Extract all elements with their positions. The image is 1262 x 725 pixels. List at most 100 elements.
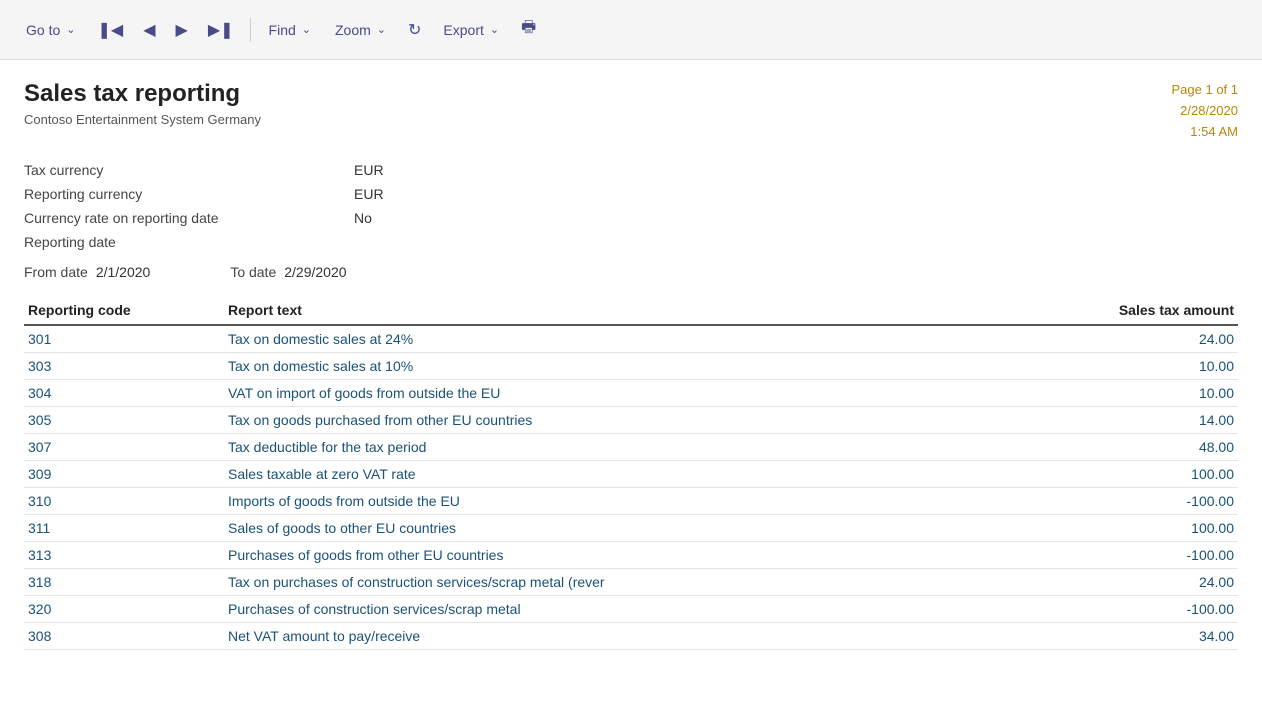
goto-button[interactable]: Go to ⌄ bbox=[16, 16, 85, 44]
report-header: Sales tax reporting Contoso Entertainmen… bbox=[24, 80, 1238, 142]
row-text: VAT on import of goods from outside the … bbox=[224, 380, 1058, 407]
reporting-currency-row: Reporting currency EUR bbox=[24, 182, 1238, 206]
from-date-label: From date bbox=[24, 264, 88, 280]
currency-rate-row: Currency rate on reporting date No bbox=[24, 206, 1238, 230]
table-header-row: Reporting code Report text Sales tax amo… bbox=[24, 296, 1238, 325]
print-icon: 🖶 bbox=[521, 16, 536, 43]
table-row[interactable]: 318Tax on purchases of construction serv… bbox=[24, 569, 1238, 596]
page-number: Page 1 of 1 bbox=[1172, 80, 1239, 101]
row-code: 303 bbox=[24, 353, 224, 380]
row-text: Sales of goods to other EU countries bbox=[224, 515, 1058, 542]
refresh-button[interactable]: ↻ bbox=[400, 14, 429, 46]
report-company: Contoso Entertainment System Germany bbox=[24, 112, 261, 127]
row-text: Tax on domestic sales at 10% bbox=[224, 353, 1058, 380]
toolbar: Go to ⌄ ❚◀ ◀ ▶ ▶❚ Find ⌄ Zoom ⌄ ↻ Export… bbox=[0, 0, 1262, 60]
goto-chevron-icon: ⌄ bbox=[66, 23, 75, 36]
row-amount: 34.00 bbox=[1058, 623, 1238, 650]
separator-1 bbox=[250, 18, 251, 42]
row-amount: 10.00 bbox=[1058, 353, 1238, 380]
table-row[interactable]: 307Tax deductible for the tax period48.0… bbox=[24, 434, 1238, 461]
reporting-currency-label: Reporting currency bbox=[24, 182, 354, 206]
find-label: Find bbox=[269, 22, 296, 38]
zoom-label: Zoom bbox=[335, 22, 371, 38]
col-header-code: Reporting code bbox=[24, 296, 224, 325]
row-code: 313 bbox=[24, 542, 224, 569]
first-page-button[interactable]: ❚◀ bbox=[89, 14, 131, 46]
table-row[interactable]: 304VAT on import of goods from outside t… bbox=[24, 380, 1238, 407]
to-date-label: To date bbox=[230, 264, 276, 280]
row-code: 308 bbox=[24, 623, 224, 650]
refresh-icon: ↻ bbox=[408, 20, 421, 40]
dates-row: From date 2/1/2020 To date 2/29/2020 bbox=[24, 264, 1238, 280]
table-row[interactable]: 305Tax on goods purchased from other EU … bbox=[24, 407, 1238, 434]
row-amount: -100.00 bbox=[1058, 488, 1238, 515]
to-date-item: To date 2/29/2020 bbox=[230, 264, 426, 280]
row-amount: 24.00 bbox=[1058, 569, 1238, 596]
zoom-chevron-icon: ⌄ bbox=[377, 23, 386, 36]
first-page-icon: ❚◀ bbox=[97, 20, 123, 40]
table-row[interactable]: 310Imports of goods from outside the EU-… bbox=[24, 488, 1238, 515]
export-chevron-icon: ⌄ bbox=[490, 23, 499, 36]
row-text: Imports of goods from outside the EU bbox=[224, 488, 1058, 515]
row-text: Net VAT amount to pay/receive bbox=[224, 623, 1058, 650]
tax-currency-label: Tax currency bbox=[24, 158, 354, 182]
row-text: Sales taxable at zero VAT rate bbox=[224, 461, 1058, 488]
row-amount: 48.00 bbox=[1058, 434, 1238, 461]
row-text: Tax on purchases of construction service… bbox=[224, 569, 1058, 596]
row-amount: 10.00 bbox=[1058, 380, 1238, 407]
row-text: Tax on domestic sales at 24% bbox=[224, 325, 1058, 353]
next-page-icon: ▶ bbox=[176, 20, 188, 40]
goto-label: Go to bbox=[26, 22, 60, 38]
row-code: 310 bbox=[24, 488, 224, 515]
row-code: 304 bbox=[24, 380, 224, 407]
row-code: 309 bbox=[24, 461, 224, 488]
reporting-currency-value: EUR bbox=[354, 182, 1238, 206]
row-amount: 24.00 bbox=[1058, 325, 1238, 353]
find-button[interactable]: Find ⌄ bbox=[259, 16, 321, 44]
table-row[interactable]: 311Sales of goods to other EU countries1… bbox=[24, 515, 1238, 542]
prev-page-icon: ◀ bbox=[143, 20, 155, 40]
tax-currency-value: EUR bbox=[354, 158, 1238, 182]
print-button[interactable]: 🖶 bbox=[513, 10, 544, 49]
reporting-date-label: Reporting date bbox=[24, 230, 354, 254]
table-row[interactable]: 313Purchases of goods from other EU coun… bbox=[24, 542, 1238, 569]
row-code: 307 bbox=[24, 434, 224, 461]
row-text: Tax deductible for the tax period bbox=[224, 434, 1058, 461]
row-amount: 100.00 bbox=[1058, 461, 1238, 488]
row-text: Tax on goods purchased from other EU cou… bbox=[224, 407, 1058, 434]
data-table: Reporting code Report text Sales tax amo… bbox=[24, 296, 1238, 650]
page-info: Page 1 of 1 2/28/2020 1:54 AM bbox=[1172, 80, 1239, 142]
col-header-amount: Sales tax amount bbox=[1058, 296, 1238, 325]
row-code: 318 bbox=[24, 569, 224, 596]
row-code: 301 bbox=[24, 325, 224, 353]
col-header-text: Report text bbox=[224, 296, 1058, 325]
row-text: Purchases of construction services/scrap… bbox=[224, 596, 1058, 623]
table-row[interactable]: 320Purchases of construction services/sc… bbox=[24, 596, 1238, 623]
report-date: 2/28/2020 bbox=[1172, 101, 1239, 122]
row-amount: 100.00 bbox=[1058, 515, 1238, 542]
reporting-date-row: Reporting date bbox=[24, 230, 1238, 254]
last-page-icon: ▶❚ bbox=[208, 20, 234, 40]
row-amount: -100.00 bbox=[1058, 596, 1238, 623]
last-page-button[interactable]: ▶❚ bbox=[200, 14, 242, 46]
from-date-value: 2/1/2020 bbox=[96, 264, 151, 280]
report-title: Sales tax reporting bbox=[24, 80, 261, 108]
row-code: 305 bbox=[24, 407, 224, 434]
zoom-button[interactable]: Zoom ⌄ bbox=[325, 16, 396, 44]
report-title-section: Sales tax reporting Contoso Entertainmen… bbox=[24, 80, 261, 127]
export-button[interactable]: Export ⌄ bbox=[433, 16, 509, 44]
currency-rate-label: Currency rate on reporting date bbox=[24, 206, 354, 230]
row-code: 311 bbox=[24, 515, 224, 542]
row-amount: 14.00 bbox=[1058, 407, 1238, 434]
table-row[interactable]: 308Net VAT amount to pay/receive34.00 bbox=[24, 623, 1238, 650]
report-area: Sales tax reporting Contoso Entertainmen… bbox=[0, 60, 1262, 725]
prev-page-button[interactable]: ◀ bbox=[135, 14, 163, 46]
table-row[interactable]: 301Tax on domestic sales at 24%24.00 bbox=[24, 325, 1238, 353]
table-row[interactable]: 303Tax on domestic sales at 10%10.00 bbox=[24, 353, 1238, 380]
next-page-button[interactable]: ▶ bbox=[168, 14, 196, 46]
to-date-value: 2/29/2020 bbox=[284, 264, 346, 280]
table-row[interactable]: 309Sales taxable at zero VAT rate100.00 bbox=[24, 461, 1238, 488]
find-chevron-icon: ⌄ bbox=[302, 23, 311, 36]
row-amount: -100.00 bbox=[1058, 542, 1238, 569]
export-label: Export bbox=[443, 22, 483, 38]
